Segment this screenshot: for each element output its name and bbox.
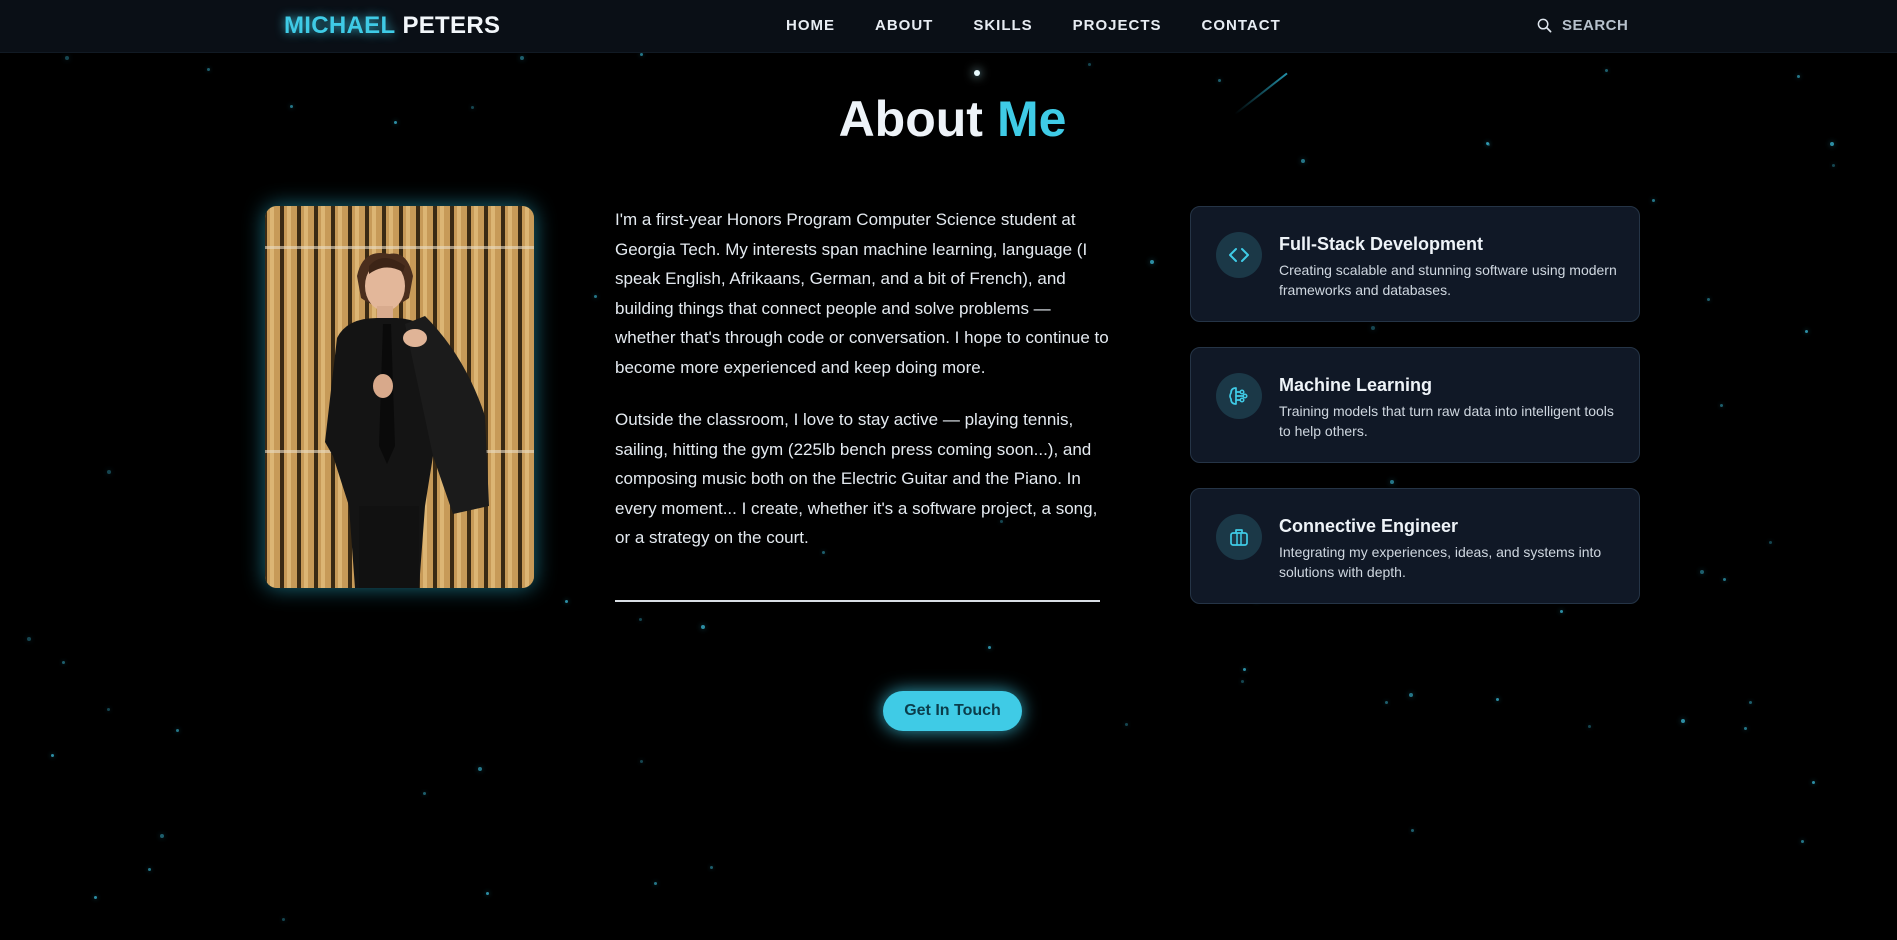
skill-card-title: Full-Stack Development	[1279, 234, 1484, 254]
star	[1749, 701, 1752, 704]
portrait-illustration	[265, 206, 534, 588]
star	[640, 760, 643, 763]
star	[988, 646, 991, 649]
star	[1720, 404, 1723, 407]
star	[1125, 723, 1128, 726]
star	[423, 792, 426, 795]
star	[520, 56, 524, 60]
star	[1390, 480, 1394, 484]
star	[1769, 541, 1772, 544]
nav-link-projects[interactable]: PROJECTS	[1073, 17, 1162, 34]
star	[1301, 159, 1305, 163]
star	[1560, 610, 1563, 613]
star	[1812, 781, 1815, 784]
star	[1088, 63, 1091, 66]
star	[94, 896, 97, 899]
star	[1744, 727, 1747, 730]
star	[107, 708, 110, 711]
skill-card-description: Training models that turn raw data into …	[1279, 403, 1614, 439]
star	[65, 56, 69, 60]
star	[976, 72, 979, 75]
star	[594, 295, 597, 298]
skill-card-machine-learning: Machine Learning Training models that tu…	[1190, 347, 1640, 463]
star	[478, 767, 482, 771]
star	[107, 470, 111, 474]
bright-star	[974, 70, 980, 76]
skill-card-title: Machine Learning	[1279, 375, 1433, 395]
nav-link-home[interactable]: HOME	[786, 17, 835, 34]
bio-text: I'm a first-year Honors Program Computer…	[615, 205, 1115, 576]
star	[640, 53, 643, 56]
star	[639, 618, 642, 621]
bio-paragraph-2: Outside the classroom, I love to stay ac…	[615, 410, 1098, 547]
bio-paragraph-1: I'm a first-year Honors Program Computer…	[615, 210, 1109, 377]
star	[148, 868, 151, 871]
star	[282, 918, 285, 921]
star	[654, 882, 657, 885]
brain-icon	[1216, 373, 1262, 419]
star	[1496, 698, 1499, 701]
site-logo[interactable]: MICHAEL PETERS	[284, 12, 500, 40]
star	[1409, 693, 1413, 697]
search-icon	[1537, 18, 1552, 33]
star	[701, 625, 705, 629]
star	[207, 68, 210, 71]
skill-card-description: Creating scalable and stunning software …	[1279, 262, 1617, 298]
get-in-touch-button[interactable]: Get In Touch	[883, 691, 1022, 731]
star	[565, 600, 568, 603]
logo-last-name: PETERS	[402, 12, 501, 39]
search-label: SEARCH	[1562, 17, 1629, 34]
star	[1218, 79, 1221, 82]
star	[1411, 829, 1414, 832]
star	[1150, 260, 1154, 264]
star	[710, 866, 713, 869]
profile-photo	[265, 206, 534, 588]
star	[1832, 164, 1835, 167]
star	[160, 834, 164, 838]
star	[1801, 840, 1804, 843]
nav-link-about[interactable]: ABOUT	[875, 17, 933, 34]
title-accent: Me	[996, 91, 1067, 147]
star	[27, 637, 31, 641]
top-navbar: MICHAEL PETERS HOME ABOUT SKILLS PROJECTS…	[0, 0, 1897, 53]
skill-card-connective-engineer: Connective Engineer Integrating my exper…	[1190, 488, 1640, 604]
star	[1681, 719, 1685, 723]
star	[1652, 199, 1655, 202]
star	[1797, 75, 1800, 78]
star	[1605, 69, 1608, 72]
star	[1723, 578, 1726, 581]
nav-link-contact[interactable]: CONTACT	[1202, 17, 1281, 34]
star	[1805, 330, 1808, 333]
nav-links: HOME ABOUT SKILLS PROJECTS CONTACT	[786, 17, 1321, 34]
star	[1700, 570, 1704, 574]
star	[51, 754, 54, 757]
star	[62, 661, 65, 664]
star	[176, 729, 179, 732]
star	[1588, 725, 1591, 728]
star	[1385, 701, 1388, 704]
nav-link-skills[interactable]: SKILLS	[973, 17, 1032, 34]
briefcase-icon	[1216, 514, 1262, 560]
skill-card-description: Integrating my experiences, ideas, and s…	[1279, 544, 1602, 580]
title-main: About	[838, 91, 983, 147]
skill-card-title: Connective Engineer	[1279, 516, 1459, 536]
star	[1707, 298, 1710, 301]
search-button[interactable]: SEARCH	[1537, 17, 1628, 34]
star	[1371, 326, 1375, 330]
section-divider	[615, 600, 1100, 602]
star	[1243, 668, 1246, 671]
code-icon	[1216, 232, 1262, 278]
section-title: About Me	[0, 90, 1897, 148]
skill-card-fullstack: Full-Stack Development Creating scalable…	[1190, 206, 1640, 322]
star	[486, 892, 489, 895]
star	[1241, 680, 1244, 683]
logo-first-name: MICHAEL	[284, 12, 396, 39]
